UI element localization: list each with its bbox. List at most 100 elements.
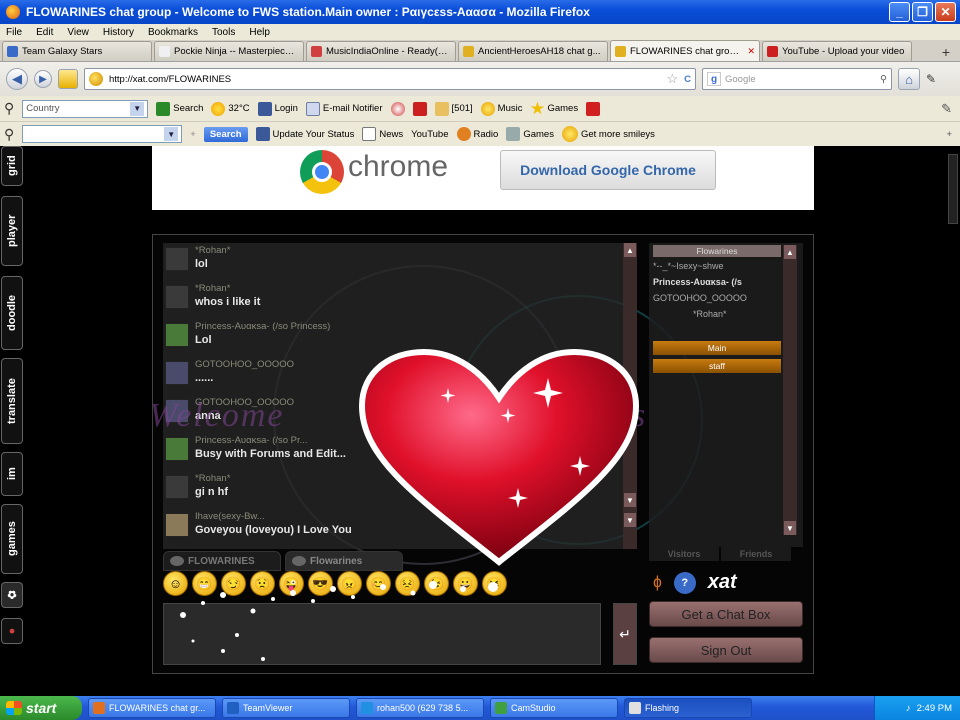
close-tab-icon[interactable]: ✕: [747, 46, 755, 57]
scroll-down-icon[interactable]: ▼: [784, 521, 796, 535]
help-icon[interactable]: ?: [673, 571, 696, 594]
news-button[interactable]: News: [362, 127, 403, 141]
get-chat-box-button[interactable]: Get a Chat Box: [649, 601, 803, 627]
youtube-icon[interactable]: [412, 101, 427, 116]
home-button[interactable]: ⌂: [898, 68, 920, 90]
games-toolbar-button[interactable]: Games: [506, 127, 554, 141]
person-red-icon[interactable]: [586, 101, 601, 116]
taskbar-item[interactable]: CamStudio: [490, 698, 618, 718]
update-status-button[interactable]: Update Your Status: [255, 127, 354, 141]
scroll-up-icon[interactable]: ▲: [784, 245, 796, 259]
bookmark-star-icon[interactable]: ☆: [666, 71, 678, 87]
toolbar-search-input[interactable]: ▼: [22, 125, 183, 143]
browser-tab[interactable]: Team Galaxy Stars: [2, 41, 152, 61]
search-magnifier-icon[interactable]: ⚲: [880, 74, 887, 85]
new-tab-button[interactable]: +: [936, 43, 956, 61]
user-avatar[interactable]: [165, 475, 189, 499]
taskbar-item[interactable]: rohan500 (629 738 5...: [356, 698, 484, 718]
email-notifier-button[interactable]: E-mail Notifier: [305, 101, 383, 116]
radio-icon[interactable]: [390, 101, 405, 116]
page-scrollbar[interactable]: [946, 146, 960, 696]
web-search-box[interactable]: g Google ⚲: [702, 68, 892, 90]
user-list-item[interactable]: *--_*~Isexy~shwe: [653, 261, 781, 275]
menu-help[interactable]: Help: [249, 27, 270, 38]
side-doodle-button[interactable]: doodle: [1, 276, 23, 350]
magnifier-icon[interactable]: ⚲: [4, 126, 14, 143]
page-scroll-thumb[interactable]: [948, 154, 958, 224]
facebook-login-button[interactable]: Login: [257, 101, 298, 116]
browser-tab[interactable]: YouTube - Upload your video: [762, 41, 912, 61]
user-avatar[interactable]: [165, 513, 189, 537]
browser-tab[interactable]: FLOWARINES chat group - ... ✕: [610, 40, 760, 61]
side-close-icon[interactable]: ●: [1, 618, 23, 644]
forward-button[interactable]: ▶: [34, 70, 52, 88]
weather-button[interactable]: 32°C: [211, 101, 250, 116]
side-player-button[interactable]: player: [1, 196, 23, 266]
menu-tools[interactable]: Tools: [212, 27, 235, 38]
search-toolbar-button[interactable]: Search: [156, 101, 203, 116]
country-select[interactable]: Country ▼: [22, 99, 149, 118]
taskbar-item[interactable]: TeamViewer: [222, 698, 350, 718]
menu-history[interactable]: History: [103, 27, 134, 38]
close-window-button[interactable]: ✕: [935, 2, 956, 22]
menu-view[interactable]: View: [67, 27, 89, 38]
user-list-item[interactable]: GOTOOHOO_OOOOO: [653, 293, 781, 307]
notifications-counter[interactable]: [501]: [434, 101, 473, 116]
user-avatar[interactable]: [165, 285, 189, 309]
smileys-button[interactable]: Get more smileys: [561, 126, 655, 142]
xat-logo[interactable]: xat: [708, 571, 737, 594]
scroll-up-icon[interactable]: ▲: [624, 243, 636, 257]
send-button[interactable]: ↵: [613, 603, 637, 665]
user-list-item[interactable]: *Rohan*: [653, 309, 781, 323]
wrench-icon[interactable]: ✎: [941, 101, 952, 117]
side-apps-icon[interactable]: ✿: [1, 582, 23, 608]
chrome-ad-banner[interactable]: chrome Download Google Chrome: [152, 146, 814, 210]
browser-tab[interactable]: AncientHeroesAH18 chat g...: [458, 41, 608, 61]
tray-clock[interactable]: 2:49 PM: [917, 703, 952, 714]
user-avatar[interactable]: [165, 323, 189, 347]
browser-tab[interactable]: Pockie Ninja -- Masterpiece ...: [154, 41, 304, 61]
youtube-button[interactable]: YouTube: [411, 129, 448, 140]
message-sender[interactable]: Princess-Aυακsa- (/so Pr...: [195, 435, 308, 446]
side-translate-button[interactable]: translate: [1, 358, 23, 444]
toolbar-add-icon[interactable]: +: [946, 129, 952, 140]
home-page-icon[interactable]: [58, 69, 78, 89]
side-games-button[interactable]: games: [1, 504, 23, 574]
games-button[interactable]: Games: [530, 101, 578, 116]
start-button[interactable]: start: [0, 696, 82, 720]
message-sender[interactable]: GOTOOHOO_OOOOO: [195, 359, 294, 370]
message-sender[interactable]: *Rohan*: [195, 473, 230, 484]
tray-speaker-icon[interactable]: ♪: [906, 703, 911, 714]
radio-button[interactable]: Radio: [456, 127, 498, 141]
user-list-item[interactable]: Princess-Aυακsa- (/s: [653, 277, 781, 291]
tab-flowarines-main[interactable]: FLOWARINES: [163, 551, 281, 571]
maximize-button[interactable]: ❐: [912, 2, 933, 22]
side-grid-button[interactable]: grid: [1, 146, 23, 186]
message-sender[interactable]: Ihave(sexy-Bw...: [195, 511, 265, 522]
taskbar-item[interactable]: Flashing: [624, 698, 752, 718]
browser-tab[interactable]: MusicIndiaOnline - Ready(2...: [306, 41, 456, 61]
url-bar[interactable]: http://xat.com/FLOWARINES ☆ C: [84, 68, 696, 90]
user-avatar[interactable]: [165, 247, 189, 271]
magnifier-icon[interactable]: ⚲: [4, 100, 14, 117]
sign-out-button[interactable]: Sign Out: [649, 637, 803, 663]
taskbar-item[interactable]: FLOWARINES chat gr...: [88, 698, 216, 718]
message-sender[interactable]: *Rohan*: [195, 283, 230, 294]
message-sender[interactable]: *Rohan*: [195, 245, 230, 256]
menu-bookmarks[interactable]: Bookmarks: [148, 27, 198, 38]
minimize-button[interactable]: _: [889, 2, 910, 22]
toolbar-search-button[interactable]: Search: [203, 126, 248, 142]
user-list-scrollbar[interactable]: ▲ ▼: [783, 245, 797, 535]
back-button[interactable]: ◀: [6, 68, 28, 90]
download-chrome-button[interactable]: Download Google Chrome: [500, 150, 716, 190]
tab-visitors[interactable]: Visitors: [649, 547, 719, 561]
menu-edit[interactable]: Edit: [36, 27, 53, 38]
side-im-button[interactable]: im: [1, 452, 23, 496]
tab-friends[interactable]: Friends: [721, 547, 791, 561]
reload-icon[interactable]: C: [684, 74, 691, 85]
powers-icon[interactable]: ɸ: [653, 574, 662, 592]
user-avatar[interactable]: [165, 361, 189, 385]
user-avatar[interactable]: [165, 437, 189, 461]
message-sender[interactable]: Princess-Aυακsa- (/so Princess): [195, 321, 330, 332]
music-button[interactable]: Music: [480, 101, 522, 116]
